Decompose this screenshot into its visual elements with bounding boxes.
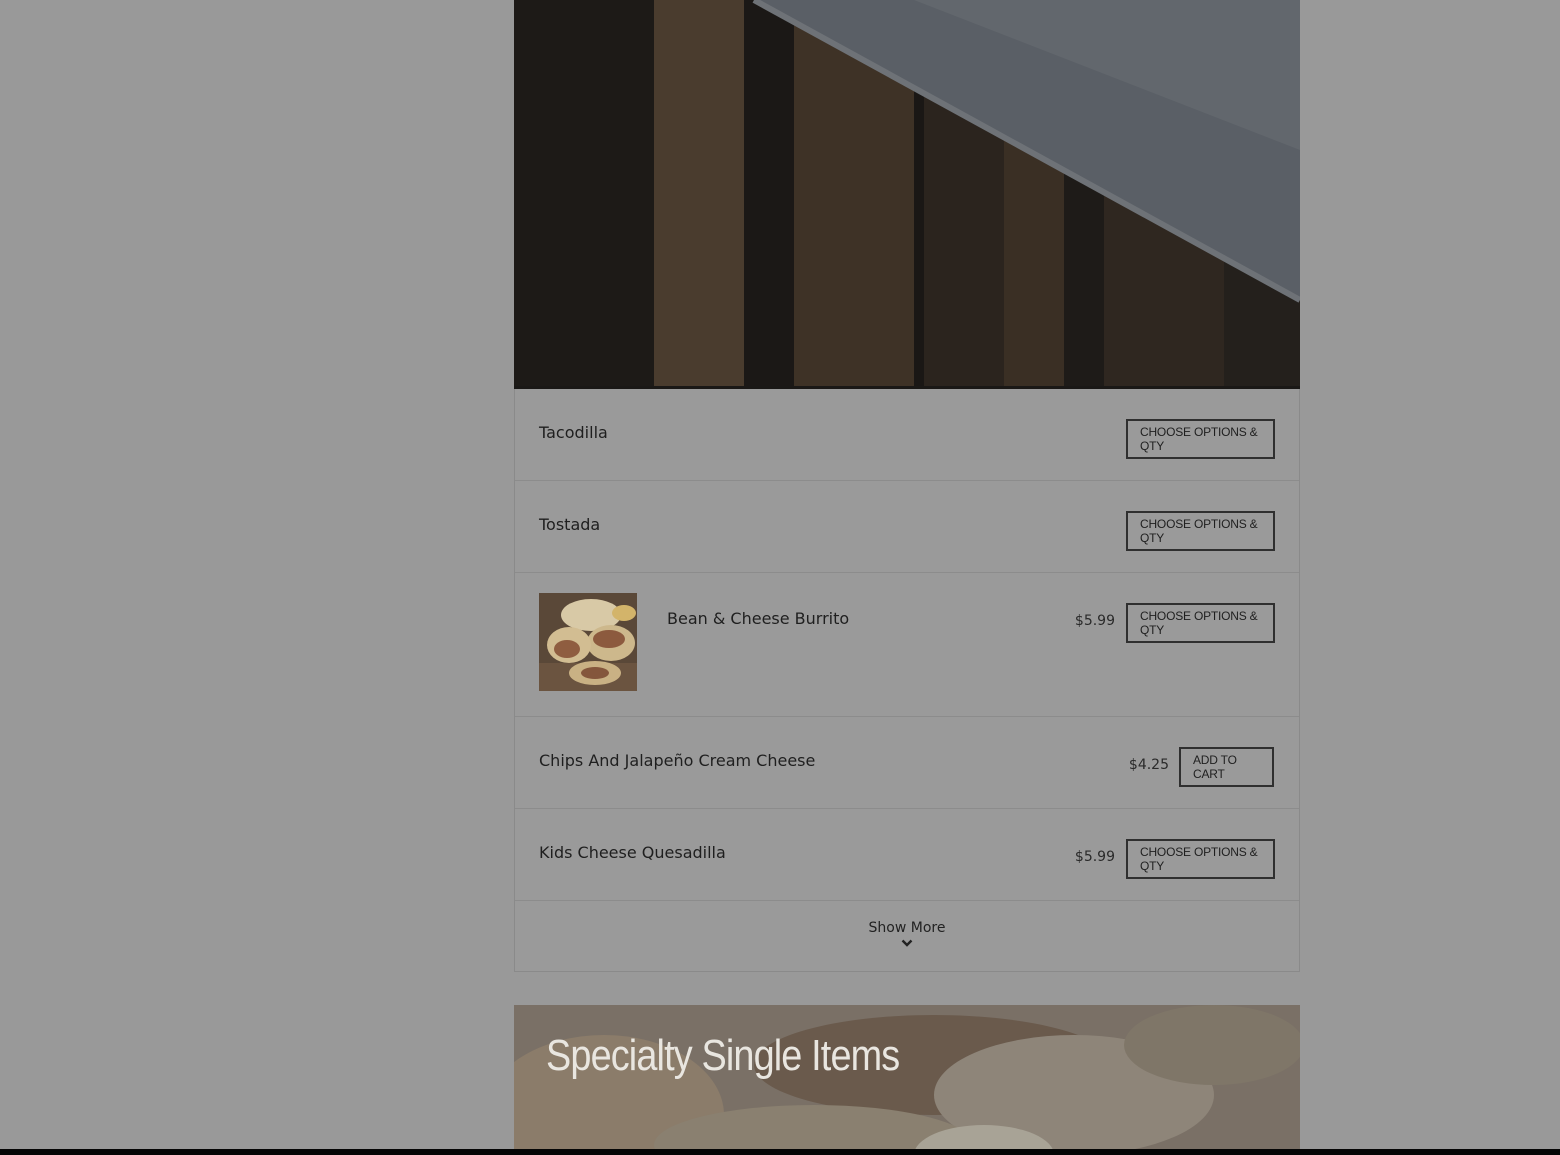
- choose-options-button[interactable]: Choose Options & Qty: [1126, 603, 1275, 643]
- item-name[interactable]: Bean & Cheese Burrito: [667, 609, 849, 628]
- banner-title: Specialty Single Items: [546, 1031, 900, 1080]
- menu-item-bean-cheese-burrito: Bean & Cheese Burrito $5.99 Choose Optio…: [515, 573, 1299, 717]
- add-to-cart-button[interactable]: Add To Cart: [1179, 747, 1274, 787]
- burrito-photo[interactable]: [539, 593, 637, 691]
- choose-options-button[interactable]: Choose Options & Qty: [1126, 511, 1275, 551]
- specialty-banner: Specialty Single Items: [514, 1005, 1300, 1155]
- item-name[interactable]: Kids Cheese Quesadilla: [539, 843, 726, 862]
- show-more-toggle[interactable]: Show More: [515, 901, 1299, 971]
- item-name[interactable]: Tacodilla: [539, 423, 608, 442]
- menu-column: Tacodilla Choose Options & Qty Tostada C…: [514, 0, 1300, 1155]
- menu-item-tostada: Tostada Choose Options & Qty: [515, 481, 1299, 573]
- item-price: $5.99: [1074, 849, 1115, 865]
- menu-item-kids-cheese-quesadilla: Kids Cheese Quesadilla $5.99 Choose Opti…: [515, 809, 1299, 901]
- choose-options-button[interactable]: Choose Options & Qty: [1126, 839, 1275, 879]
- item-price: $5.99: [1074, 613, 1115, 629]
- choose-options-button[interactable]: Choose Options & Qty: [1126, 419, 1275, 459]
- item-price: $4.25: [1128, 757, 1169, 773]
- menu-list: Tacodilla Choose Options & Qty Tostada C…: [514, 389, 1300, 972]
- page: Tacodilla Choose Options & Qty Tostada C…: [0, 0, 1560, 1155]
- wood-slats-photo: [514, 0, 1300, 386]
- show-more-label[interactable]: Show More: [515, 901, 1299, 936]
- item-name[interactable]: Chips And Jalapeño Cream Cheese: [539, 751, 815, 770]
- menu-item-chips-jalapeno-cream-cheese: Chips And Jalapeño Cream Cheese $4.25 Ad…: [515, 717, 1299, 809]
- menu-item-tacodilla: Tacodilla Choose Options & Qty: [515, 389, 1299, 481]
- item-name[interactable]: Tostada: [539, 515, 600, 534]
- chevron-down-icon[interactable]: [901, 938, 913, 948]
- hero-image: [514, 0, 1300, 389]
- bottom-bar: [0, 1149, 1560, 1155]
